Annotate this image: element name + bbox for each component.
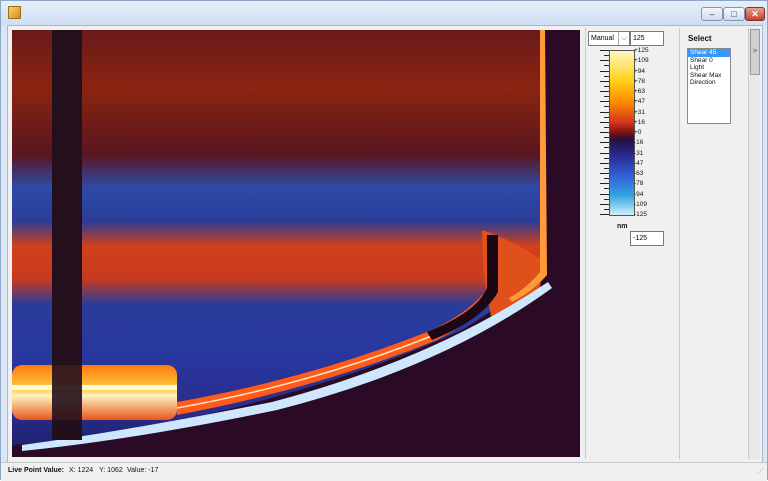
scale-tick-label: -94 [634,190,644,198]
scale-tick [600,193,609,195]
title-bar[interactable]: – □ ✕ [1,1,767,25]
scale-tick [600,203,609,205]
select-panel-title: Select [688,34,712,43]
list-item[interactable]: Shear 45 [688,49,730,57]
close-button[interactable]: ✕ [745,7,765,21]
scale-tick-label: -125 [634,211,648,218]
scale-tick-label: -31 [634,149,644,157]
scale-tick-label: -63 [634,170,644,177]
scale-tick [604,147,609,149]
scale-ticks [600,50,609,216]
scale-tick-label: -78 [634,180,644,188]
scale-tick-label: +94 [634,67,646,75]
scale-tick [604,106,609,108]
live-point-label: Live Point Value: [8,467,65,474]
scale-tick [600,162,609,164]
scale-tick-label: +0 [634,129,642,136]
scale-tick-label: +16 [634,118,646,126]
scroll-thumb[interactable]: > [750,29,760,75]
scale-tick [600,152,609,154]
view-listbox[interactable]: Shear 45 Shear 0 Light Shear Max Direction [687,48,731,124]
scale-tick [600,132,609,133]
scale-tick-label: -109 [634,200,648,208]
minimize-button[interactable]: – [701,7,723,21]
scale-tick-label: +47 [634,98,646,106]
scale-unit-label: nm [617,223,628,230]
scale-tick [604,137,609,139]
scale-tick [600,142,609,144]
color-scale-bar [609,50,635,216]
list-item[interactable]: Light [688,64,730,72]
scale-tick [600,101,609,103]
app-icon[interactable] [8,6,21,19]
scale-tick [604,116,609,118]
status-bar: Live Point Value: X: 1224 Y: 1062 Value:… [1,462,767,481]
scale-tick [600,111,609,113]
scale-tick [604,178,609,180]
maximize-button[interactable]: □ [723,7,745,21]
mode-select[interactable]: Manual ⌵ [588,31,630,46]
scale-max-input[interactable] [630,31,664,46]
select-panel: Select Shear 45 Shear 0 Light Shear Max Dire… [679,28,748,459]
scale-tick [600,70,609,72]
panel-scrollbar[interactable]: > [748,28,760,459]
list-item[interactable]: Direction [688,79,730,87]
scale-tick-label: +125 [634,47,649,54]
scale-tick [604,167,609,169]
scale-tick [604,75,609,77]
scale-tick [600,60,609,62]
stress-image-view[interactable] [12,30,580,457]
live-point-x: X: 1224 [69,467,94,474]
scale-tick [604,96,609,98]
scale-tick [604,208,609,210]
scale-tick [600,80,609,82]
app-window: – □ ✕ Manual ⌵ 125 +125 +109 +94 +78 +63… [0,0,768,481]
scale-tick [600,50,609,51]
scale-tick-label: +31 [634,108,646,116]
scale-tick-label: +63 [634,88,646,95]
scale-tick [600,91,609,92]
scale-tick [600,173,609,174]
chevron-down-icon[interactable]: ⌵ [618,32,629,45]
scale-tick [600,214,609,215]
live-point-y: Y: 1062 [99,467,123,474]
scale-tick [604,198,609,200]
scale-tick [604,157,609,159]
scale-tick [600,121,609,123]
list-item[interactable]: Shear 0 [688,57,730,65]
scale-tick [604,188,609,190]
scale-tick-label: -47 [634,159,644,167]
scale-tick [604,85,609,87]
resize-grip-icon[interactable]: ⋰ [757,465,764,479]
scale-tick-label: +78 [634,77,646,85]
scale-tick [600,183,609,185]
live-point-value: Value: -17 [127,467,159,474]
scale-tick [604,55,609,57]
scale-min-input[interactable] [630,231,664,246]
scale-tick-label: -16 [634,139,644,147]
list-item[interactable]: Shear Max [688,72,730,80]
mode-select-value: Manual [591,35,614,42]
photoelastic-image [12,30,580,457]
scale-tick [604,126,609,128]
scale-tick [604,65,609,67]
scale-panel: Manual ⌵ +125 +109 +94 +78 +63 +47 +31 +16 +0 -16… [585,28,679,459]
scale-tick-label: +109 [634,57,649,65]
client-area: Manual ⌵ +125 +109 +94 +78 +63 +47 +31 +16 +0 -16… [7,25,763,463]
